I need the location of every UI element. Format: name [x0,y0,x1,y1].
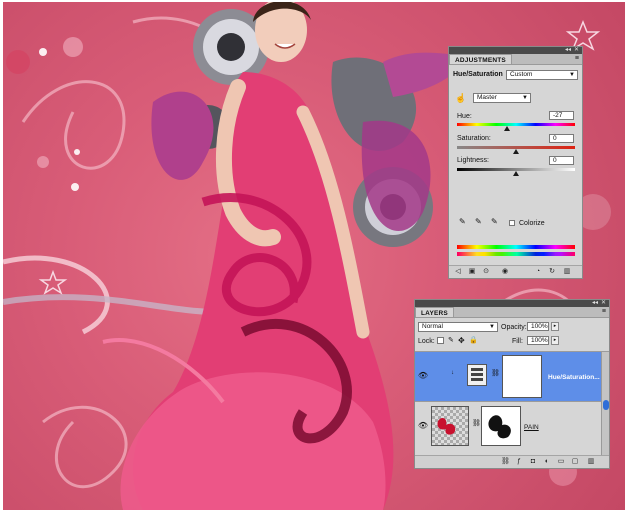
layer-mask-thumbnail[interactable] [502,355,542,398]
lock-transparency-icon[interactable] [437,337,444,344]
collapse-icon[interactable]: ◂◂ [565,47,571,54]
eye-icon[interactable]: 👁 [417,369,429,383]
layers-scrollbar[interactable] [601,352,609,459]
delete-icon[interactable]: ▥ [563,268,571,276]
channel-dropdown[interactable]: Master ▼ [473,93,531,103]
fill-label: Fill: [512,338,523,345]
scrollbar-thumb[interactable] [603,400,609,410]
saturation-label: Saturation: [457,135,491,142]
link-icon[interactable]: ⛓ [491,369,500,377]
layer-mask-thumbnail[interactable] [481,406,521,446]
panel-grip[interactable]: ◂◂ ✕ [449,47,582,54]
mask-shape [488,415,511,439]
lightness-label: Lightness: [457,157,489,164]
return-to-list-icon[interactable]: ◁ [454,268,462,276]
adjustment-layer-icon [467,364,487,386]
eyedropper-minus-icon[interactable]: ✎ [491,217,498,226]
tab-adjustments[interactable]: ADJUSTMENTS [449,54,512,64]
new-group-icon[interactable]: ▭ [557,458,565,466]
result-spectrum-bar [457,252,575,256]
chevron-down-icon: ▼ [569,72,575,78]
opacity-label: Opacity: [501,324,527,331]
layer-thumbnail-art [437,418,456,435]
colorize-checkbox[interactable] [509,220,515,226]
adjustments-panel: ◂◂ ✕ ADJUSTMENTS ≡ Hue/Saturation Custom… [448,46,583,279]
tab-layers[interactable]: LAYERS [415,307,454,317]
preset-value: Custom [510,71,533,78]
layer-row-pain[interactable]: 👁 ⛓ PAIN [415,401,609,451]
layer-name[interactable]: Hue/Saturation... [548,374,600,381]
adjustment-title: Hue/Saturation [453,71,503,78]
saturation-field[interactable]: 0 [549,134,574,143]
hue-label: Hue: [457,113,472,120]
reset-icon[interactable]: ↻ [548,268,556,276]
layer-style-icon[interactable]: ƒ [515,458,523,466]
hue-slider-thumb[interactable] [504,126,511,131]
layers-tabbar: LAYERS ≡ [415,307,609,318]
fill-stepper-icon[interactable]: ▸ [551,336,559,345]
saturation-slider-thumb[interactable] [513,149,519,154]
lock-label: Lock: [418,338,435,345]
lock-pixels-icon[interactable]: ✎ [448,336,454,344]
lightness-field[interactable]: 0 [549,156,574,165]
expanded-view-icon[interactable]: ▣ [468,268,476,276]
lock-position-icon[interactable]: ✥ [458,336,465,345]
source-spectrum-bar [457,245,575,249]
panel-menu-icon[interactable]: ≡ [602,307,609,317]
collapse-icon[interactable]: ◂◂ [592,300,598,307]
hue-slider[interactable] [457,123,575,126]
visibility-icon[interactable]: ◉ [501,268,509,276]
panel-menu-icon[interactable]: ≡ [575,54,582,64]
adjustment-layer-button-icon[interactable]: ◐ [543,458,551,466]
new-layer-icon[interactable]: ▢ [571,458,579,466]
link-icon[interactable]: ⛓ [472,419,481,427]
layers-footer: ⛓ ƒ ◘ ◐ ▭ ▢ ▥ [415,455,609,468]
layer-thumbnail[interactable] [431,406,469,446]
clip-arrow-icon: ↓ [451,370,454,376]
add-mask-icon[interactable]: ◘ [529,458,537,466]
preset-dropdown[interactable]: Custom ▼ [506,70,578,80]
colorize-label: Colorize [519,220,545,227]
on-image-adjust-icon[interactable]: ☝ [455,93,466,104]
eye-icon[interactable]: 👁 [417,419,429,433]
eyedropper-plus-icon[interactable]: ✎ [475,217,482,226]
lock-all-icon[interactable]: 🔒 [469,336,478,344]
opacity-stepper-icon[interactable]: ▸ [551,322,559,331]
adjustments-footer: ◁ ▣ ⊙ ◉ ◔ ↻ ▥ [449,265,582,278]
delete-layer-icon[interactable]: ▥ [587,458,595,466]
layer-name[interactable]: PAIN [524,424,539,431]
eyedropper-icon[interactable]: ✎ [459,217,466,226]
adjustments-tabbar: ADJUSTMENTS ≡ [449,54,582,65]
chevron-down-icon: ▼ [522,95,528,101]
close-panel-icon[interactable]: ✕ [574,47,579,54]
chevron-down-icon: ▼ [489,324,495,330]
lightness-slider-thumb[interactable] [513,171,519,176]
clip-to-layer-icon[interactable]: ⊙ [482,268,490,276]
blend-mode-value: Normal [422,323,443,330]
view-previous-icon[interactable]: ◔ [534,268,542,276]
fill-field[interactable]: 100% [527,336,549,345]
channel-value: Master [477,94,497,101]
layers-panel: ◂◂ ✕ LAYERS ≡ Normal ▼ Opacity: 100% ▸ L… [414,299,610,469]
hue-field[interactable]: -27 [549,111,574,120]
link-layers-icon[interactable]: ⛓ [501,458,510,466]
close-panel-icon[interactable]: ✕ [601,300,606,307]
opacity-field[interactable]: 100% [527,322,549,331]
blend-mode-dropdown[interactable]: Normal ▼ [418,322,498,332]
panel-grip[interactable]: ◂◂ ✕ [415,300,609,307]
layer-row-hue-saturation[interactable]: 👁 ↓ ⛓ Hue/Saturation... [415,351,609,401]
